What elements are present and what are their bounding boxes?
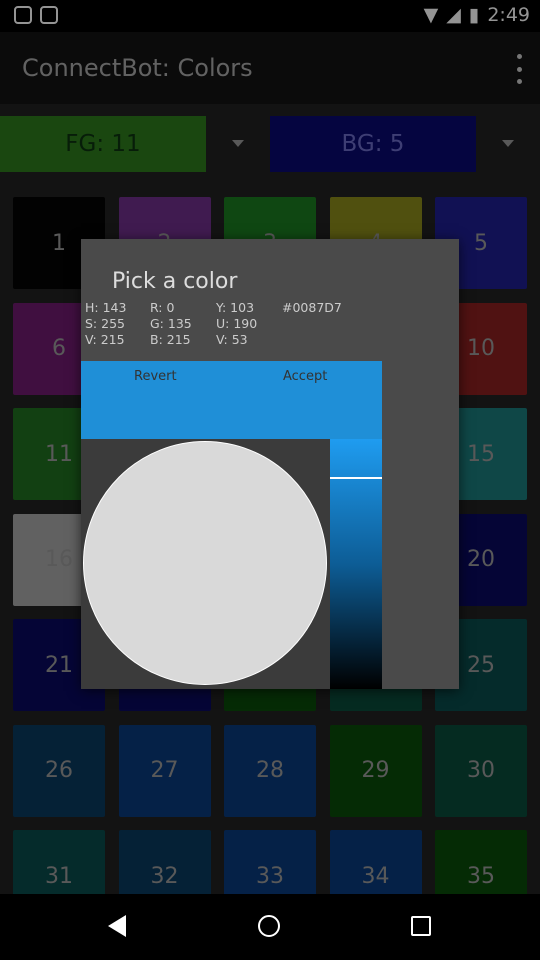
- color-wheel-area: [81, 439, 330, 689]
- rgb-values: R: 0 G: 135 B: 215: [150, 300, 192, 348]
- dialog-title: Pick a color: [112, 269, 238, 294]
- green-value: G: 135: [150, 316, 192, 331]
- hue-value: H: 143: [85, 300, 127, 315]
- color-wheel[interactable]: [83, 441, 327, 685]
- back-icon[interactable]: [108, 915, 126, 937]
- navigation-bar: [0, 894, 540, 960]
- color-preview-bar: Revert Accept: [81, 361, 382, 439]
- home-icon[interactable]: [258, 915, 280, 937]
- v-value: V: 53: [216, 332, 248, 347]
- hsv-values: H: 143 S: 255 V: 215: [85, 300, 126, 348]
- value-value: V: 215: [85, 332, 125, 347]
- red-value: R: 0: [150, 300, 175, 315]
- accept-button[interactable]: Accept: [283, 369, 327, 384]
- recent-apps-icon[interactable]: [411, 916, 431, 936]
- saturation-value: S: 255: [85, 316, 125, 331]
- u-value: U: 190: [216, 316, 258, 331]
- brightness-slider-handle[interactable]: [330, 477, 382, 479]
- revert-button[interactable]: Revert: [134, 369, 177, 384]
- yuv-values: Y: 103 U: 190 V: 53: [216, 300, 257, 348]
- blue-value: B: 215: [150, 332, 191, 347]
- color-picker-dialog: Pick a color H: 143 S: 255 V: 215 R: 0 G…: [81, 239, 459, 689]
- y-value: Y: 103: [216, 300, 255, 315]
- hex-value: #0087D7: [282, 300, 342, 315]
